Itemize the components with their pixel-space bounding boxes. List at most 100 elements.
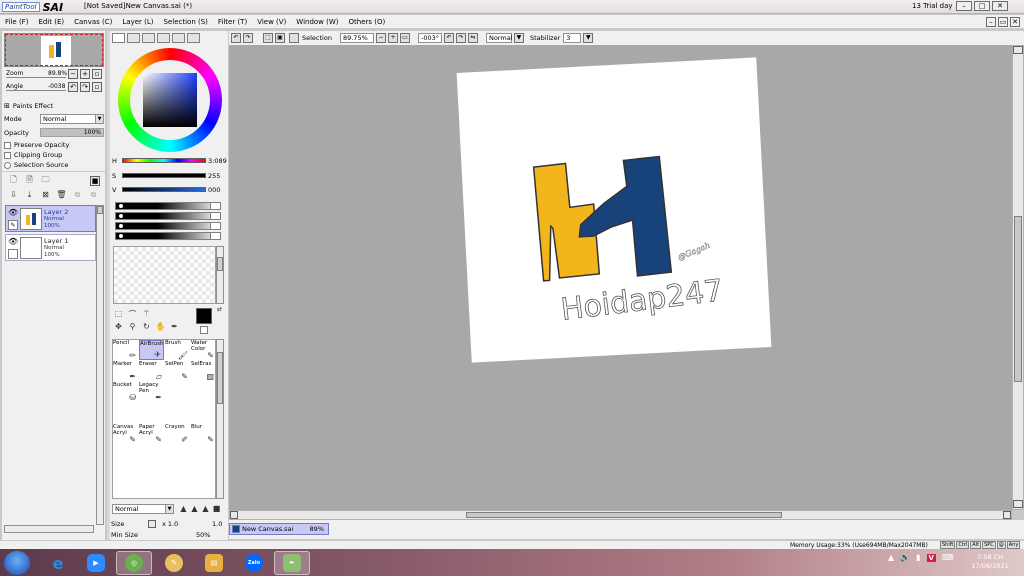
tool-paper-acryl[interactable]: Paper Acryl ✎ <box>139 424 164 444</box>
taskbar-paint[interactable]: ✎ <box>156 551 192 575</box>
tool-scrollbar[interactable] <box>216 339 224 499</box>
blend-mode-select[interactable]: Normal ▼ <box>40 114 104 124</box>
new-folder-icon[interactable]: 🗀 <box>40 174 51 185</box>
saturation-value-square[interactable] <box>143 73 197 127</box>
start-icon[interactable] <box>4 551 30 575</box>
menu-selection[interactable]: Selection (S) <box>159 18 213 26</box>
tool-legacy-pen[interactable]: Legacy Pen ✒ <box>139 382 164 402</box>
color-mixer-bar[interactable] <box>115 212 221 220</box>
tray-up-arrow-icon[interactable]: ▲ <box>888 553 894 562</box>
swatch-scrollbar[interactable] <box>216 246 224 304</box>
size-mult-button[interactable] <box>148 520 156 528</box>
mixer-handle[interactable] <box>118 233 124 239</box>
swap-colors-icon[interactable]: ⇄ <box>214 306 225 313</box>
eye-icon[interactable]: 👁 <box>8 208 18 218</box>
tool-seleras[interactable]: SelEras ▨ <box>191 361 216 381</box>
color-bar-tab[interactable] <box>157 33 170 43</box>
zoom-icon[interactable]: ⚲ <box>127 322 138 331</box>
doc-minimize-button[interactable]: – <box>986 17 996 27</box>
menu-view[interactable]: View (V) <box>252 18 291 26</box>
mixer-handle[interactable] <box>118 213 124 219</box>
scroll-up-button[interactable] <box>1013 46 1023 54</box>
scroll-thumb[interactable] <box>217 257 223 271</box>
canvas-blend-field[interactable]: Normal <box>485 33 513 43</box>
network-icon[interactable]: ▮ <box>916 553 920 562</box>
angle-field[interactable]: -003° <box>417 33 442 43</box>
value-slider[interactable]: V 000 <box>112 185 228 195</box>
tool-water-color[interactable]: Water Color ✎ <box>191 340 216 360</box>
zoom-field[interactable]: 89.75% <box>339 33 374 43</box>
undo-button[interactable]: ↶ <box>231 33 241 43</box>
taskbar-ie[interactable]: e <box>40 551 76 575</box>
eye-icon[interactable]: 👁 <box>8 237 18 247</box>
rect-select-icon[interactable]: ⬚ <box>113 309 124 318</box>
keyboard-icon[interactable]: ⌨ <box>942 553 954 562</box>
invert-selection-button[interactable]: ▣ <box>275 33 285 43</box>
navigator-preview[interactable] <box>4 33 104 67</box>
rotate-icon[interactable]: ↻ <box>141 322 152 331</box>
maximize-button[interactable]: □ <box>974 1 990 11</box>
taskbar-coccoc[interactable]: ◎ <box>116 551 152 575</box>
tool-airbrush[interactable]: AirBrush ✈ <box>139 340 164 360</box>
lasso-icon[interactable]: ⌒ <box>127 309 138 320</box>
layer-hscrollbar[interactable] <box>4 525 94 533</box>
rotate-reset-button[interactable]: ▫ <box>92 82 102 92</box>
mixer-handle[interactable] <box>118 223 124 229</box>
menu-filter[interactable]: Filter (T) <box>213 18 252 26</box>
min-size-row[interactable]: Min Size 50% <box>110 531 228 539</box>
canvas-vscrollbar[interactable] <box>1012 45 1024 510</box>
hsv-sliders-tab[interactable] <box>142 33 155 43</box>
layer-item[interactable]: 👁 Layer 1 Normal 100% <box>5 234 96 261</box>
saturation-slider[interactable]: S 255 <box>112 171 228 181</box>
new-layer-icon[interactable]: 🗋 <box>8 174 19 185</box>
scratchpad-tab[interactable] <box>187 33 200 43</box>
selection-source-radio[interactable]: Selection Source <box>4 161 68 169</box>
scroll-thumb[interactable] <box>1014 216 1022 382</box>
drawing-canvas[interactable]: Hoidap247 @Gagah <box>456 57 772 363</box>
color-mixer-bar[interactable] <box>115 232 221 240</box>
swatches-tab[interactable] <box>172 33 185 43</box>
menu-others[interactable]: Others (O) <box>344 18 391 26</box>
rotate-right-button[interactable]: ↷ <box>80 82 90 92</box>
tool-eraser[interactable]: Eraser ▱ <box>139 361 164 381</box>
rotate-left-button[interactable]: ↶ <box>68 82 78 92</box>
stabilizer-field[interactable]: 3 <box>563 33 582 43</box>
menu-edit[interactable]: Edit (E) <box>33 18 69 26</box>
tool-canvas-acryl[interactable]: Canvas Acryl ✎ <box>113 424 138 444</box>
zoom-out-button[interactable]: − <box>68 69 78 79</box>
pen-icon[interactable]: ✎ <box>8 220 18 230</box>
apply-mask-icon[interactable]: ⧉ <box>72 189 83 200</box>
color-wheel-tab[interactable] <box>112 33 125 43</box>
new-linework-layer-icon[interactable]: 🗎 <box>24 174 35 185</box>
brush-shape-medium-icon[interactable]: ▲ <box>189 504 200 513</box>
taskbar-zoom[interactable]: ▶ <box>78 551 114 575</box>
flip-button[interactable]: ⇋ <box>467 33 478 43</box>
delete-layer-icon[interactable]: 🗑 <box>56 189 67 200</box>
opacity-slider[interactable]: 100% <box>40 128 104 137</box>
doc-restore-button[interactable]: ▭ <box>998 17 1008 27</box>
doc-close-button[interactable]: ✕ <box>1010 17 1020 27</box>
menu-window[interactable]: Window (W) <box>291 18 343 26</box>
magic-wand-icon[interactable]: ⚚ <box>141 309 152 318</box>
canvas-blend-dropdown[interactable]: ▼ <box>513 33 524 43</box>
zoom-out-button[interactable]: − <box>375 33 386 43</box>
stabilizer-dropdown[interactable]: ▼ <box>583 33 594 43</box>
rotate-right-button[interactable]: ↷ <box>455 33 466 43</box>
document-tab[interactable]: New Canvas.sai 89% <box>229 523 329 535</box>
scroll-thumb[interactable] <box>97 206 103 214</box>
hue-slider[interactable]: H 3:089 <box>112 156 228 166</box>
paints-effect-toggle[interactable]: ⊞ Paints Effect <box>4 102 53 110</box>
color-wheel[interactable] <box>118 48 222 152</box>
foreground-color-swatch[interactable] <box>196 308 212 324</box>
tool-selpen[interactable]: SelPen ✎ <box>165 361 190 381</box>
clipping-group-checkbox[interactable]: Clipping Group <box>4 151 62 159</box>
canvas-viewport[interactable]: Hoidap247 @Gagah <box>229 45 1012 510</box>
tool-crayon[interactable]: Crayon ✐ <box>165 424 190 444</box>
close-button[interactable]: ✕ <box>992 1 1008 11</box>
preserve-opacity-checkbox[interactable]: Preserve Opacity <box>4 141 69 149</box>
transfer-down-icon[interactable]: ⇩ <box>8 189 19 200</box>
scroll-left-button[interactable] <box>230 511 238 519</box>
hand-icon[interactable]: ✋ <box>155 322 166 331</box>
tool-blur[interactable]: Blur ✎ <box>191 424 216 444</box>
menu-file[interactable]: File (F) <box>0 18 33 26</box>
